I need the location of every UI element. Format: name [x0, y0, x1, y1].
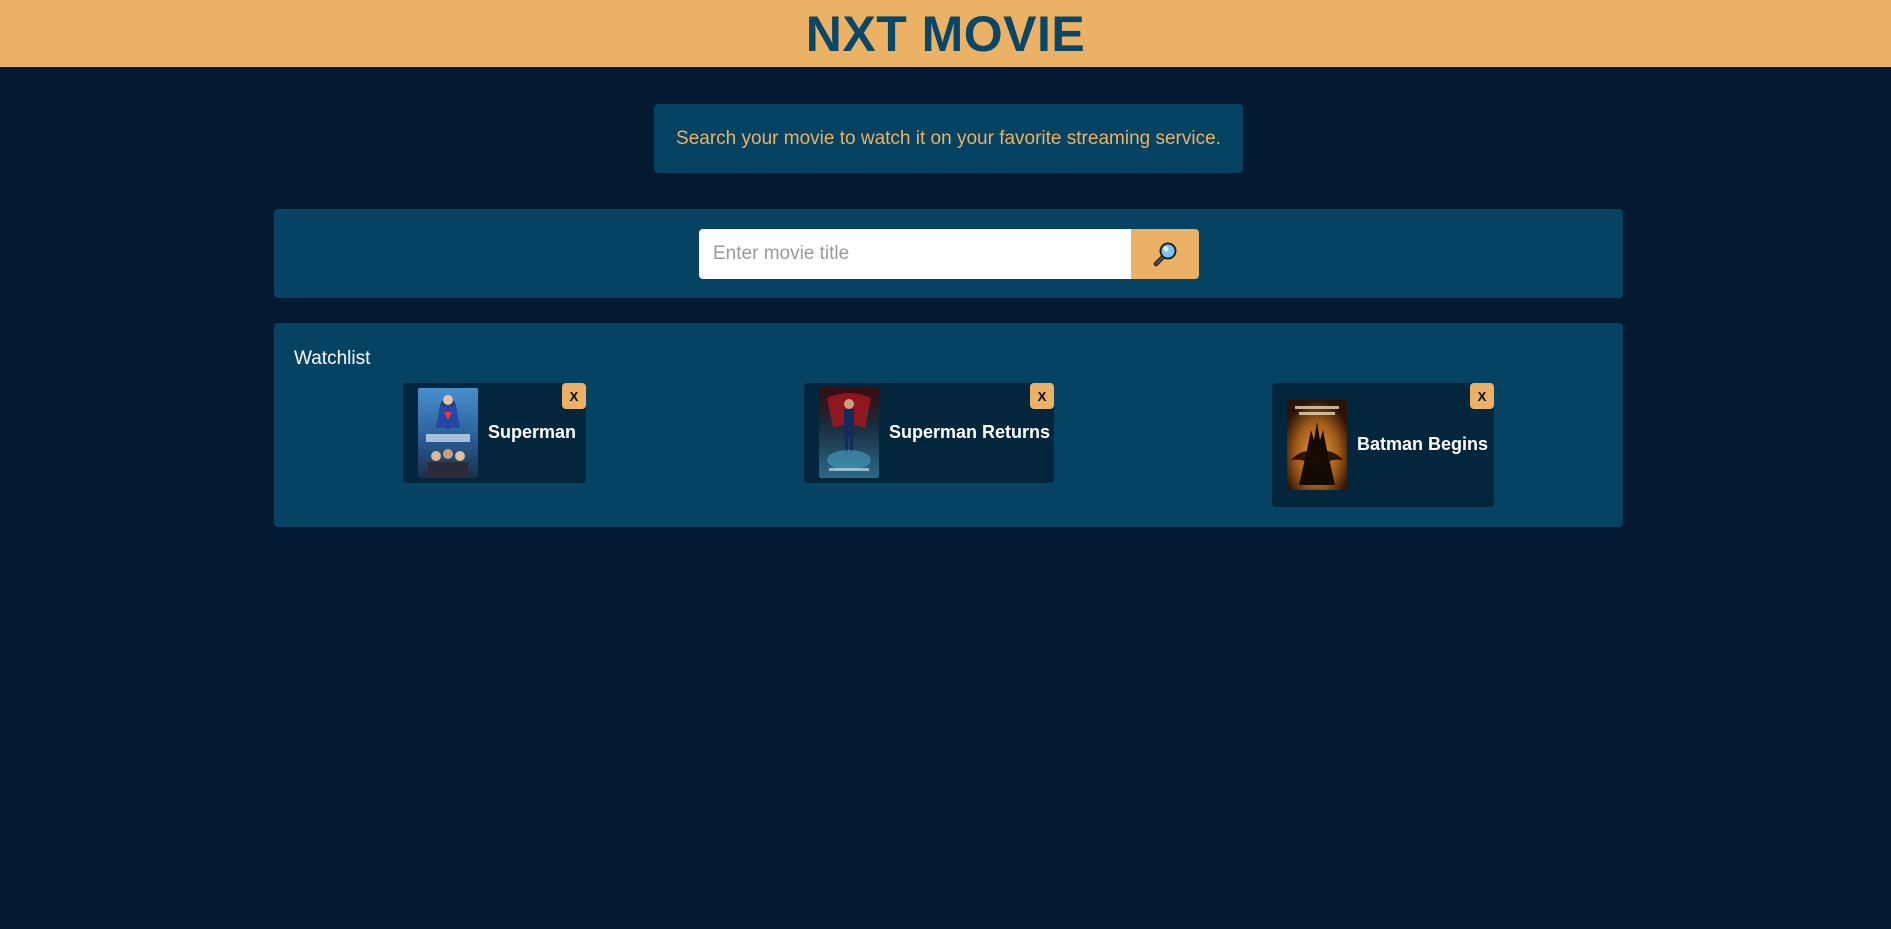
watchlist-item-title: Superman Returns [889, 422, 1051, 442]
poster-superman [418, 388, 478, 478]
watchlist-card-superman[interactable]: Superman X [403, 383, 586, 483]
poster-superman-returns [819, 388, 879, 478]
watchlist-card-batman-begins[interactable]: Batman Begins X [1272, 383, 1494, 507]
magnifying-glass-icon [1153, 242, 1177, 267]
watchlist-item-title: Batman Begins [1357, 434, 1489, 454]
search-panel [274, 209, 1623, 298]
remove-button[interactable]: X [1030, 383, 1054, 409]
search-button[interactable] [1131, 229, 1199, 279]
watchlist-title: Watchlist [294, 348, 371, 369]
search-input[interactable] [699, 229, 1131, 279]
app-title: NXT MOVIE [805, 5, 1086, 62]
app-header: NXT MOVIE [0, 0, 1891, 67]
remove-button[interactable]: X [1470, 383, 1494, 409]
watchlist-panel: Watchlist Superman X Superman Returns X … [274, 323, 1623, 527]
intro-text: Search your movie to watch it on your fa… [676, 127, 1221, 149]
poster-batman-begins [1287, 400, 1347, 490]
watchlist-card-superman-returns[interactable]: Superman Returns X [804, 383, 1054, 483]
watchlist-item-title: Superman [488, 422, 577, 442]
remove-button[interactable]: X [562, 383, 586, 409]
intro-banner: Search your movie to watch it on your fa… [654, 104, 1243, 173]
